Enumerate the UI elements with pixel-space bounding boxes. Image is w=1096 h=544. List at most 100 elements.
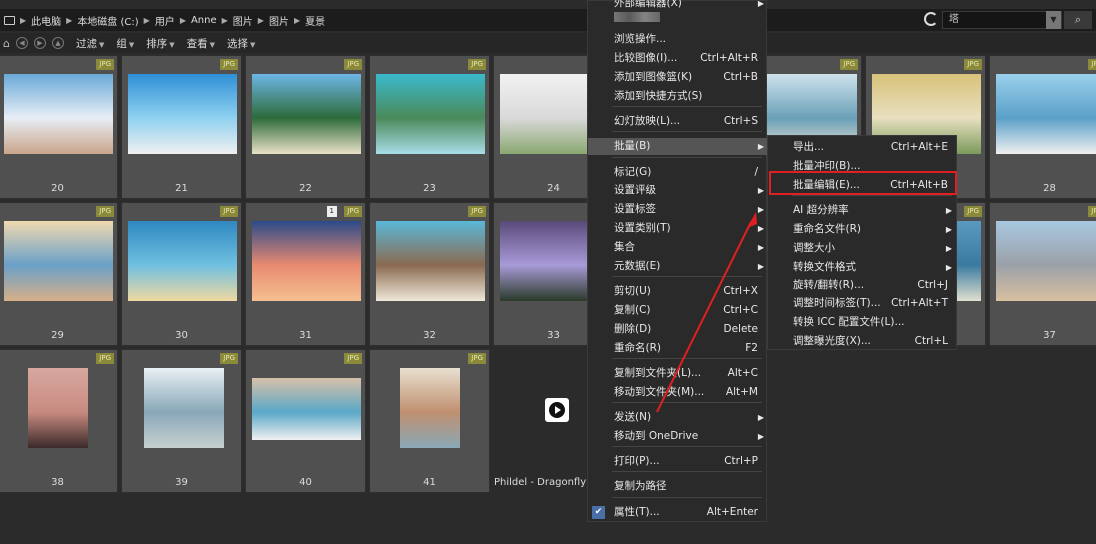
menu-item[interactable]: 设置标签 ▶: [588, 201, 768, 218]
menu-item-shortcut: Ctrl+B: [723, 71, 758, 83]
breadcrumb-item[interactable]: 夏景: [305, 13, 325, 28]
thumbnail[interactable]: JPG 30: [121, 202, 242, 346]
menu-item[interactable]: 移动到文件夹(M)... Alt+M: [588, 384, 768, 401]
chevron-right-icon: ▶: [143, 15, 150, 25]
search-dropdown-button[interactable]: ▼: [1046, 11, 1061, 29]
menu-item[interactable]: 重命名(R) F2: [588, 340, 768, 357]
chevron-right-icon: ▶: [20, 15, 27, 25]
menu-item[interactable]: 元数据(E) ▶: [588, 258, 768, 275]
menu-item-shortcut: Ctrl+X: [723, 285, 758, 297]
breadcrumb-item[interactable]: 此电脑: [31, 13, 61, 28]
thumbnail[interactable]: JPG 22: [245, 55, 366, 199]
submenu-item[interactable]: 调整大小 ▶: [768, 240, 958, 257]
filter-button[interactable]: 过滤 ▼: [76, 36, 104, 51]
menu-item[interactable]: 复制(C) Ctrl+C: [588, 302, 768, 319]
view-button[interactable]: 查看 ▼: [187, 36, 215, 51]
home-icon[interactable]: ⌂: [3, 37, 10, 50]
submenu-item[interactable]: 转换文件格式 ▶: [768, 259, 958, 276]
menu-item[interactable]: 设置类别(T) ▶: [588, 220, 768, 237]
menu-item-label: 移动到文件夹(M)...: [614, 386, 705, 398]
submenu-item[interactable]: 重命名文件(R) ▶: [768, 221, 958, 238]
thumbnail-image: [28, 368, 88, 448]
menu-item[interactable]: 移动到 OneDrive ▶: [588, 428, 768, 445]
submenu-item[interactable]: AI 超分辨率 ▶: [768, 202, 958, 219]
menu-item-shortcut: Delete: [723, 323, 759, 335]
menu-item-label: 复制到文件夹(L)...: [614, 367, 702, 379]
menu-item[interactable]: 外部编辑器(X) ▶: [588, 0, 768, 12]
select-button[interactable]: 选择 ▼: [227, 36, 255, 51]
menu-item[interactable]: 删除(D) Delete: [588, 321, 768, 338]
menu-item[interactable]: 复制为路径: [588, 478, 768, 495]
menu-item-label: 元数据(E): [614, 260, 661, 272]
menu-item-label: 剪切(U): [614, 285, 651, 297]
menu-item-shortcut: Ctrl+Alt+T: [891, 297, 948, 309]
menu-item[interactable]: 标记(G) /: [588, 164, 768, 181]
menu-item[interactable]: 设置评级 ▶: [588, 182, 768, 199]
menu-item[interactable]: 集合 ▶: [588, 239, 768, 256]
sort-button[interactable]: 排序 ▼: [146, 36, 174, 51]
menu-item[interactable]: 添加到快捷方式(S): [588, 88, 768, 105]
menu-item-label: 集合: [614, 241, 635, 253]
submenu-item[interactable]: 调整时间标签(T)... Ctrl+Alt+T: [768, 295, 958, 312]
thumbnail[interactable]: JPG 1 31: [245, 202, 366, 346]
menu-item-label: 设置标签: [614, 203, 656, 215]
group-button[interactable]: 组 ▼: [116, 36, 134, 51]
search-button[interactable]: ⌕: [1064, 11, 1092, 29]
thumbnail-label: 20: [51, 183, 64, 194]
thumbnail-label: 29: [51, 330, 64, 341]
thumbnail[interactable]: JPG 41: [369, 349, 490, 493]
file-type-badge: JPG: [1088, 59, 1096, 70]
thumbnail[interactable]: JPG 20: [0, 55, 118, 199]
file-type-badge: JPG: [1088, 206, 1096, 217]
menu-divider: [612, 106, 762, 107]
refresh-icon[interactable]: [924, 12, 938, 26]
submenu-arrow-icon: ▶: [945, 225, 952, 234]
thumbnail[interactable]: JPG 28: [989, 55, 1096, 199]
menu-item[interactable]: 打印(P)... Ctrl+P: [588, 453, 768, 470]
forward-icon[interactable]: ▶: [33, 37, 46, 49]
thumbnail[interactable]: JPG 40: [245, 349, 366, 493]
menu-item[interactable]: 添加到图像篮(K) Ctrl+B: [588, 69, 768, 86]
submenu-arrow-icon: ▶: [757, 243, 764, 252]
breadcrumb-item[interactable]: 本地磁盘 (C:): [77, 13, 138, 28]
search-input[interactable]: 塔: [942, 11, 1062, 29]
menu-item[interactable]: ✔ 属性(T)... Alt+Enter: [588, 504, 768, 521]
menu-item-shortcut: Ctrl+J: [917, 279, 948, 291]
menu-item-label: 复制为路径: [614, 480, 667, 492]
menu-divider: [612, 471, 762, 472]
computer-icon[interactable]: [4, 15, 15, 25]
thumbnail[interactable]: JPG 32: [369, 202, 490, 346]
thumbnail-image: [4, 221, 113, 301]
breadcrumb-item[interactable]: 图片: [269, 13, 289, 28]
thumbnail-label: 39: [175, 477, 188, 488]
submenu-item[interactable]: 调整曝光度(X)... Ctrl+L: [768, 333, 958, 350]
submenu-item[interactable]: 导出... Ctrl+Alt+E: [768, 139, 958, 156]
submenu-item[interactable]: 转换 ICC 配置文件(L)...: [768, 314, 958, 331]
menu-item[interactable]: 浏览操作...: [588, 31, 768, 48]
menu-divider: [612, 131, 762, 132]
menu-item[interactable]: 比较图像(I)... Ctrl+Alt+R: [588, 50, 768, 67]
menu-item[interactable]: 剪切(U) Ctrl+X: [588, 283, 768, 300]
thumbnail[interactable]: JPG 29: [0, 202, 118, 346]
highlight-box: [769, 171, 957, 195]
menu-item[interactable]: 幻灯放映(L)... Ctrl+S: [588, 113, 768, 130]
submenu-item[interactable]: 旋转/翻转(R)... Ctrl+J: [768, 277, 958, 294]
menu-item-label: 复制(C): [614, 304, 651, 316]
breadcrumb-item[interactable]: 用户: [155, 13, 175, 28]
menu-item-label: 外部编辑器(X): [614, 0, 682, 9]
breadcrumb-item[interactable]: Anne: [191, 15, 217, 26]
menu-item[interactable]: 发送(N) ▶: [588, 409, 768, 426]
thumbnail[interactable]: JPG 39: [121, 349, 242, 493]
back-icon[interactable]: ◀: [15, 37, 28, 49]
menu-item[interactable]: 批量(B) ▶: [588, 138, 768, 155]
menu-item-label: 导出...: [793, 141, 825, 153]
breadcrumb-item[interactable]: 图片: [233, 13, 253, 28]
thumbnail[interactable]: JPG 23: [369, 55, 490, 199]
menu-item-label: 旋转/翻转(R)...: [793, 279, 865, 291]
thumbnail[interactable]: JPG 37: [989, 202, 1096, 346]
thumbnail[interactable]: JPG 21: [121, 55, 242, 199]
up-icon[interactable]: ▲: [51, 37, 64, 49]
menu-item[interactable]: 复制到文件夹(L)... Alt+C: [588, 365, 768, 382]
thumbnail[interactable]: JPG 38: [0, 349, 118, 493]
thumbnail-image: [144, 368, 224, 448]
